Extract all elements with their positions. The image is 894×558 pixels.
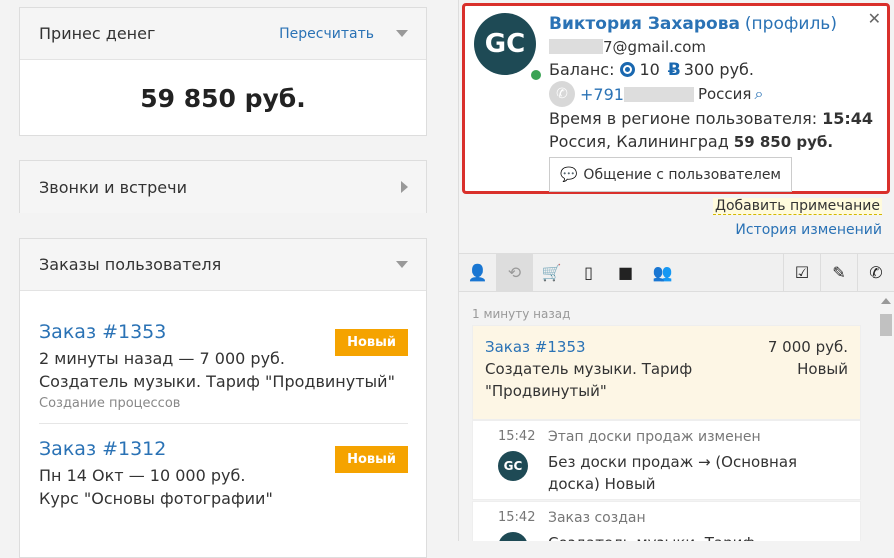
event-body: Создатель музыки. Тариф [548, 532, 838, 541]
user-profile-card: GC ✕ Виктория Захарова (профиль) 7@gmail… [462, 3, 890, 194]
money-card: Принес денег Пересчитать 59 850 руб. [19, 7, 427, 136]
calls-card[interactable]: Звонки и встречи [19, 160, 427, 213]
time-label: Время в регионе пользователя: [549, 109, 818, 128]
user-name[interactable]: Виктория Захарова [549, 14, 740, 34]
masked-email [549, 39, 603, 54]
location: Россия, Калининград [549, 132, 729, 151]
event-time: 15:42 [498, 429, 536, 444]
add-note-link[interactable]: Добавить примечание [713, 198, 882, 215]
points-icon [620, 62, 636, 77]
order-item: Заказ #1312 Новый Пн 14 Окт — 10 000 руб… [20, 424, 426, 508]
order-item: Заказ #1353 Новый 2 минуты назад — 7 000… [20, 307, 426, 411]
phone-icon[interactable]: ✆ [857, 254, 894, 291]
order-link[interactable]: Заказ #1353 [39, 321, 166, 343]
phone-number[interactable]: +791 [580, 85, 624, 104]
location-amount: 59 850 руб. [733, 132, 834, 151]
feed-order-card: Заказ #1353 7 000 руб. Создатель музыки.… [472, 325, 861, 420]
feed-order-amount: 7 000 руб. [767, 338, 848, 356]
history-icon[interactable]: ⟲ [496, 254, 533, 291]
cart-icon[interactable]: 🛒 [533, 254, 570, 291]
phone-icon[interactable]: ✆ [549, 81, 575, 107]
order-product: Курс "Основы фотографии" [39, 489, 273, 508]
chevron-right-icon[interactable] [401, 181, 408, 193]
right-panel: GC ✕ Виктория Захарова (профиль) 7@gmail… [459, 0, 894, 541]
currency-icon: Ƀ [667, 59, 681, 80]
event-title: Этап доски продаж изменен [548, 429, 761, 445]
order-link[interactable]: Заказ #1312 [39, 438, 166, 460]
status-badge: Новый [335, 329, 408, 356]
masked-phone [623, 86, 694, 102]
avatar: GC [498, 532, 528, 541]
video-icon[interactable]: ■ [607, 254, 644, 291]
user-email: 7@gmail.com [603, 37, 707, 56]
checkbox-icon[interactable]: ☑ [783, 254, 820, 291]
online-status-icon [529, 68, 543, 82]
money-amount: 59 850 руб. [140, 83, 306, 113]
calls-card-title: Звонки и встречи [39, 177, 187, 197]
money-card-title: Принес денег [39, 24, 156, 43]
chat-with-user-button[interactable]: 💬 Общение с пользователем [549, 157, 792, 192]
tablet-icon[interactable]: ▯ [570, 254, 607, 291]
orders-card-title: Заказы пользователя [39, 255, 222, 274]
avatar: GC [498, 451, 528, 481]
chat-icon: 💬 [559, 166, 578, 183]
time-value: 15:44 [822, 109, 874, 128]
recalculate-link[interactable]: Пересчитать [279, 26, 374, 42]
profile-info: Виктория Захарова (профиль) 7@gmail.com … [549, 12, 879, 153]
scroll-thumb[interactable] [880, 314, 892, 336]
edit-icon[interactable]: ✎ [820, 254, 857, 291]
user-icon[interactable]: 👤 [459, 254, 496, 291]
tab-bar: 👤 ⟲ 🛒 ▯ ■ 👥 ☑ ✎ ✆ [459, 253, 894, 292]
history-link[interactable]: История изменений [735, 222, 882, 238]
feed-order-product: Создатель музыки. Тариф "Продвинутый" [485, 360, 693, 400]
balance-rub: 300 руб. [683, 60, 754, 79]
profile-link[interactable]: (профиль) [745, 14, 837, 34]
event-title: Заказ создан [548, 510, 646, 526]
chevron-down-icon[interactable] [396, 261, 408, 268]
money-card-header[interactable]: Принес денег Пересчитать [20, 8, 426, 60]
feed-event: 15:42 Заказ создан GC Создатель музыки. … [472, 501, 861, 541]
calls-card-header[interactable]: Звонки и встречи [20, 161, 426, 213]
orders-card: Заказы пользователя Заказ #1353 Новый 2 … [19, 238, 427, 558]
chevron-down-icon[interactable] [396, 30, 408, 37]
avatar: GC [474, 13, 536, 75]
feed-time-header: 1 минуту назад [472, 307, 571, 321]
users-icon[interactable]: 👥 [644, 254, 681, 291]
order-subtitle: Создание процессов [39, 396, 181, 411]
left-panel: Принес денег Пересчитать 59 850 руб. Зво… [0, 0, 458, 558]
feed-order-link[interactable]: Заказ #1353 [485, 338, 586, 356]
balance-label: Баланс: [549, 60, 615, 79]
chat-button-label: Общение с пользователем [583, 166, 781, 183]
phone-country: Россия [697, 85, 752, 103]
activity-feed: 1 минуту назад Заказ #1353 7 000 руб. Со… [459, 292, 879, 541]
feed-order-status: Новый [797, 360, 848, 378]
orders-card-header[interactable]: Заказы пользователя [20, 239, 426, 291]
scrollbar[interactable] [878, 292, 894, 541]
feed-event: 15:42 Этап доски продаж изменен GC Без д… [472, 420, 861, 500]
status-badge: Новый [335, 446, 408, 473]
search-icon[interactable]: ⌕ [754, 84, 763, 104]
event-time: 15:42 [498, 510, 536, 525]
scroll-up-icon[interactable] [881, 298, 891, 304]
order-product: Создатель музыки. Тариф "Продвинутый" [39, 372, 395, 391]
event-body: Без доски продаж → (Основная доска) Новы… [548, 453, 798, 493]
balance-points: 10 [639, 60, 660, 79]
